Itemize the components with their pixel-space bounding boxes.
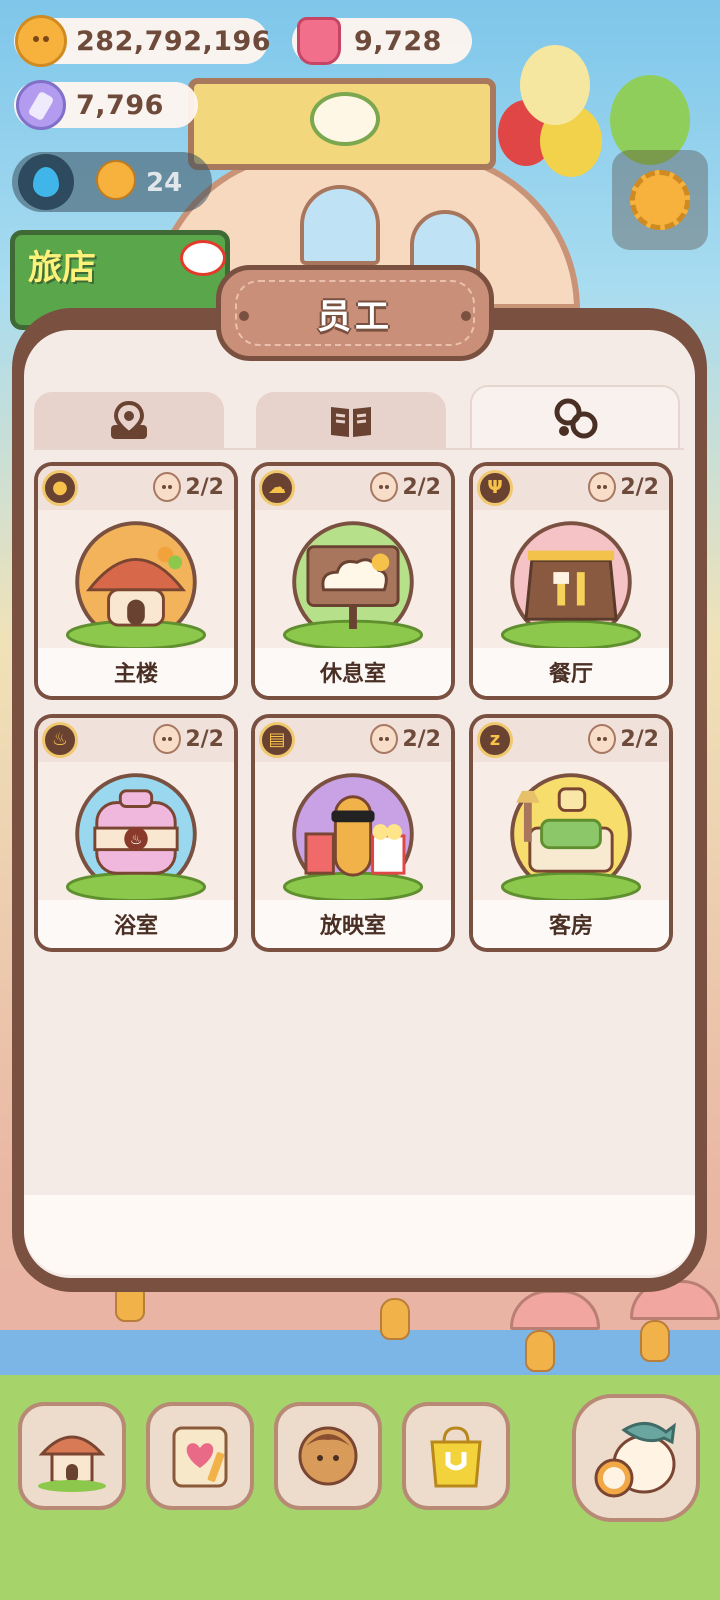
tab-staff[interactable] [470, 385, 680, 450]
cookie-character-icon [298, 1426, 358, 1486]
room-art-restaurant-sign [473, 510, 669, 651]
staff-count: 2/2 [153, 724, 224, 754]
coin-counter[interactable]: 282,792,196 [14, 15, 272, 67]
staff-count-value: 2/2 [620, 474, 659, 500]
staff-count: 2/2 [370, 724, 441, 754]
coin-amount: 282,792,196 [76, 25, 272, 57]
staff-count: 2/2 [370, 472, 441, 502]
dove-emblem [310, 92, 380, 146]
settings-gear-button[interactable] [612, 150, 708, 250]
cookie-head-icon [96, 160, 136, 200]
cookie-walker [525, 1330, 555, 1372]
staff-face-icon [588, 724, 617, 754]
room-card-body: ☁ 2/2 休息室 [255, 466, 451, 696]
room-art-bed [473, 762, 669, 903]
cookie-walker [380, 1298, 410, 1340]
sleep-icon: z [477, 722, 513, 758]
room-card-body: ● 2/2 主楼 [38, 466, 234, 696]
staff-face-icon [370, 472, 399, 502]
event-sign-text: 旅店 [28, 248, 96, 288]
room-art-cloud-sign [255, 510, 451, 651]
room-card-body: ▤ 2/2 放映室 [255, 718, 451, 948]
room-art-mushroom-house [38, 510, 234, 651]
location-pin-icon [111, 400, 147, 439]
room-name: 放映室 [255, 900, 451, 948]
gem-counter[interactable]: 9,728 [292, 17, 472, 65]
room-card[interactable]: ▤ 2/2 放映室 [251, 714, 455, 952]
cloud-icon: ☁ [259, 470, 295, 506]
water-drop-icon [18, 154, 74, 210]
crystal-icon [12, 76, 70, 134]
room-art-cinema-popcorn [255, 762, 451, 903]
balloon-blue [520, 45, 590, 125]
modal-title: 员工 [317, 296, 393, 337]
notebook-heart-icon [172, 1426, 228, 1488]
weibo-icon[interactable] [180, 240, 226, 276]
room-name: 餐厅 [473, 648, 669, 696]
tab-divider [34, 448, 684, 450]
nav-build-button[interactable] [18, 1402, 126, 1510]
water-count: 24 [146, 168, 183, 198]
staff-count: 2/2 [588, 724, 659, 754]
river [0, 1330, 720, 1380]
room-card[interactable]: ☁ 2/2 休息室 [251, 462, 455, 700]
build-house-icon [38, 1435, 106, 1492]
tab-map[interactable] [34, 392, 224, 450]
staff-count-value: 2/2 [185, 726, 224, 752]
room-card-body: Ψ 2/2 餐厅 [473, 466, 669, 696]
nav-characters-button[interactable] [274, 1402, 382, 1510]
clapperboard-icon: ▤ [259, 722, 295, 758]
room-card[interactable]: z 2/2 客房 [469, 714, 673, 952]
open-book-icon [331, 407, 371, 437]
room-name: 休息室 [255, 648, 451, 696]
room-card[interactable]: Ψ 2/2 餐厅 [469, 462, 673, 700]
coin-icon [12, 12, 70, 70]
gear-icon [630, 170, 690, 230]
nav-notebook-button[interactable] [146, 1402, 254, 1510]
crystal-amount: 7,796 [76, 89, 164, 121]
hotel-window [300, 185, 380, 265]
room-art-bath-tub: ♨ [38, 762, 234, 903]
staff-face-icon [370, 724, 399, 754]
tab-book[interactable] [256, 392, 446, 450]
staff-face-icon [588, 472, 617, 502]
fork-knife-icon: Ψ [477, 470, 513, 506]
steam-icon: ♨ [42, 722, 78, 758]
nav-event-button[interactable] [572, 1394, 700, 1522]
svg-text:♨: ♨ [130, 832, 142, 848]
room-card-body: z 2/2 客房 [473, 718, 669, 948]
staff-count-value: 2/2 [402, 474, 441, 500]
cookie-walker [640, 1320, 670, 1362]
gem-amount: 9,728 [354, 25, 442, 57]
ruby-gem-icon [290, 12, 348, 70]
room-name: 客房 [473, 900, 669, 948]
staff-count: 2/2 [153, 472, 224, 502]
staff-group-icon [554, 398, 598, 438]
shop-bag-icon [430, 1426, 482, 1488]
staff-face-icon [153, 472, 182, 502]
room-name: 主楼 [38, 648, 234, 696]
staff-modal-footer [24, 1195, 695, 1275]
crystal-counter[interactable]: 7,796 [14, 80, 198, 130]
staff-count-value: 2/2 [185, 474, 224, 500]
room-name: 浴室 [38, 900, 234, 948]
room-card[interactable]: ♨ 2/2 ♨ 浴室 [34, 714, 238, 952]
fish-alarm-icon [594, 1422, 676, 1498]
staff-face-icon [153, 724, 182, 754]
staff-count: 2/2 [588, 472, 659, 502]
staff-count-value: 2/2 [402, 726, 441, 752]
room-card[interactable]: ● 2/2 主楼 [34, 462, 238, 700]
modal-title-plaque: 员工 [216, 265, 494, 361]
cookie-icon: ● [42, 470, 78, 506]
room-card-body: ♨ 2/2 ♨ 浴室 [38, 718, 234, 948]
staff-count-value: 2/2 [620, 726, 659, 752]
nav-shop-button[interactable] [402, 1402, 510, 1510]
